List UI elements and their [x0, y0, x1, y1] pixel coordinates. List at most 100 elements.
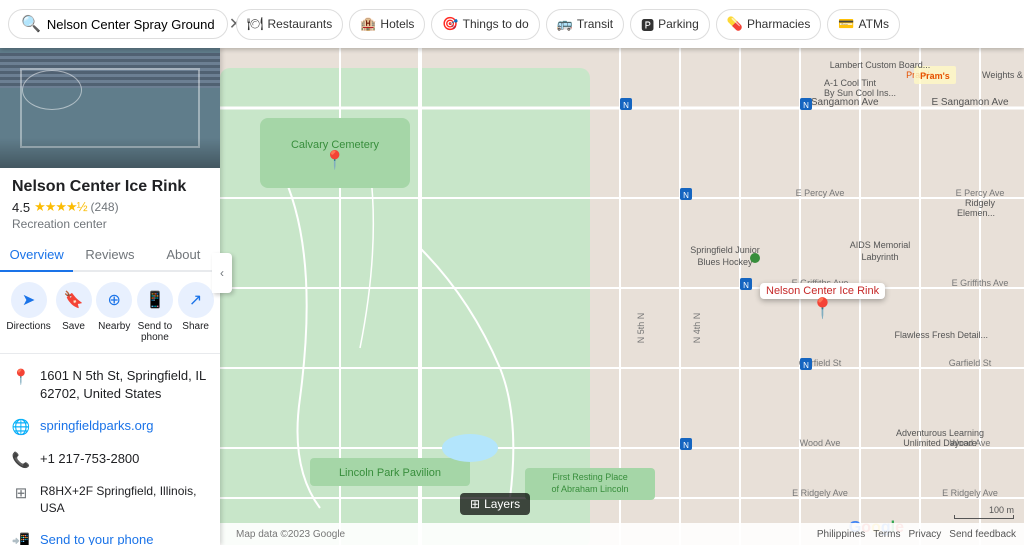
phone-send-icon: 📲: [12, 532, 30, 545]
map-credit: Map data ©2023 Google: [236, 529, 345, 540]
phone-text: +1 217-753-2800: [40, 450, 208, 468]
info-section: 📍 1601 N 5th St, Springfield, IL 62702, …: [0, 354, 220, 545]
svg-text:N: N: [683, 441, 689, 450]
svg-text:Flawless Fresh Detail...: Flawless Fresh Detail...: [894, 330, 988, 340]
place-tabs: Overview Reviews About: [0, 239, 220, 272]
save-icon: 🔖: [56, 282, 92, 318]
place-name: Nelson Center Ice Rink: [12, 178, 208, 196]
search-box: 🔍 ✕: [8, 9, 228, 39]
rating-number: 4.5: [12, 200, 30, 215]
svg-text:E Griffiths Ave: E Griffiths Ave: [952, 278, 1009, 288]
atms-icon: 💳: [838, 16, 854, 32]
map-svg: Calvary Cemetery 📍 Lincoln Park Pavilion…: [220, 48, 1024, 545]
tab-about[interactable]: About: [147, 239, 220, 272]
footer-link-privacy[interactable]: Privacy: [908, 529, 941, 540]
svg-text:A-1 Cool Tint: A-1 Cool Tint: [824, 78, 877, 88]
review-count[interactable]: (248): [91, 200, 119, 214]
svg-text:Lincoln Park Pavilion: Lincoln Park Pavilion: [339, 467, 441, 479]
svg-text:Lambert Custom Board...: Lambert Custom Board...: [830, 60, 931, 70]
svg-text:E Sangamon Ave: E Sangamon Ave: [931, 97, 1009, 108]
place-info: Nelson Center Ice Rink 4.5 ★★★★½ (248) R…: [0, 168, 220, 239]
pharmacies-icon: 💊: [727, 16, 743, 32]
svg-text:E Ridgely Ave: E Ridgely Ave: [942, 488, 998, 498]
save-button[interactable]: 🔖 Save: [56, 282, 92, 343]
filter-transit[interactable]: 🚌Transit: [546, 9, 624, 40]
search-button[interactable]: 🔍: [21, 14, 41, 34]
filter-pharmacies[interactable]: 💊Pharmacies: [716, 9, 822, 40]
svg-text:N: N: [683, 191, 689, 200]
svg-text:E Sangamon Ave: E Sangamon Ave: [801, 97, 879, 108]
send-to-phone-icon: 📱: [137, 282, 173, 318]
svg-text:Weights & Measure: Weights & Measure: [982, 70, 1024, 80]
svg-text:Adventurous Learning: Adventurous Learning: [896, 428, 984, 438]
filter-things-to-do[interactable]: 🎯Things to do: [431, 9, 539, 40]
filter-parking[interactable]: 🅿Parking: [630, 9, 710, 40]
website-row[interactable]: 🌐 springfieldparks.org: [0, 410, 220, 443]
svg-text:📍: 📍: [324, 149, 346, 170]
directions-button[interactable]: ➤ Directions: [6, 282, 50, 343]
grid-icon: ⊞: [12, 484, 30, 502]
filter-pills: 🍽Restaurants 🏨Hotels 🎯Things to do 🚌Tran…: [236, 9, 900, 40]
svg-text:E Ridgely Ave: E Ridgely Ave: [792, 488, 848, 498]
phone-row[interactable]: 📞 +1 217-753-2800: [0, 443, 220, 476]
nearby-button[interactable]: ⊕ Nearby: [96, 282, 132, 343]
svg-text:N: N: [803, 101, 809, 110]
marker-pin-icon: 📍: [810, 299, 835, 319]
svg-text:AIDS Memorial: AIDS Memorial: [850, 240, 911, 250]
svg-text:N: N: [743, 281, 749, 290]
action-buttons: ➤ Directions 🔖 Save ⊕ Nearby 📱 Send to p…: [0, 272, 220, 354]
scale-label: 100 m: [989, 505, 1014, 515]
footer-link-terms[interactable]: Terms: [873, 529, 900, 540]
svg-text:Garfield St: Garfield St: [949, 358, 992, 368]
filter-hotels[interactable]: 🏨Hotels: [349, 9, 425, 40]
svg-text:Pram's: Pram's: [920, 71, 950, 81]
hotels-icon: 🏨: [360, 16, 376, 32]
restaurants-icon: 🍽: [247, 16, 264, 32]
layers-icon: ⊞: [470, 497, 480, 511]
parking-icon: 🅿: [641, 15, 654, 34]
plus-code-row[interactable]: ⊞ R8HX+2F Springfield, Illinois, USA: [0, 476, 220, 524]
place-photo[interactable]: [0, 48, 220, 168]
filter-restaurants[interactable]: 🍽Restaurants: [236, 9, 343, 40]
rink-lines: [20, 68, 200, 148]
layers-button[interactable]: ⊞ Layers: [460, 493, 530, 515]
star-rating: ★★★★½: [34, 199, 86, 215]
tab-overview[interactable]: Overview: [0, 239, 73, 272]
svg-text:of Abraham Lincoln: of Abraham Lincoln: [551, 484, 628, 494]
svg-text:Labyrinth: Labyrinth: [861, 252, 898, 262]
svg-text:N 5th N: N 5th N: [636, 313, 646, 344]
things-to-do-icon: 🎯: [442, 16, 458, 32]
svg-text:First Resting Place: First Resting Place: [552, 472, 628, 482]
send-to-phone-button[interactable]: 📱 Send to phone: [137, 282, 173, 343]
transit-icon: 🚌: [557, 16, 573, 32]
top-bar: 🔍 ✕ 🍽Restaurants 🏨Hotels 🎯Things to do 🚌…: [0, 0, 1024, 48]
svg-text:E Percy Ave: E Percy Ave: [796, 188, 845, 198]
map-area[interactable]: Calvary Cemetery 📍 Lincoln Park Pavilion…: [220, 48, 1024, 545]
rink-visual: [0, 48, 220, 168]
send-to-phone-row[interactable]: 📲 Send to your phone: [0, 524, 220, 545]
map-footer: Map data ©2023 Google Philippines Terms …: [220, 523, 1024, 545]
share-button[interactable]: ↗ Share: [178, 282, 214, 343]
nearby-icon: ⊕: [96, 282, 132, 318]
place-marker[interactable]: Nelson Center Ice Rink 📍: [760, 283, 885, 319]
svg-text:Blues Hockey: Blues Hockey: [697, 257, 753, 267]
footer-link-philippines[interactable]: Philippines: [817, 529, 865, 540]
search-input[interactable]: [47, 17, 223, 32]
expand-sidebar-button[interactable]: ‹: [212, 253, 232, 293]
marker-label: Nelson Center Ice Rink: [760, 283, 885, 299]
place-type: Recreation center: [12, 217, 208, 231]
svg-text:Ridgely: Ridgely: [965, 198, 996, 208]
globe-icon: 🌐: [12, 418, 30, 436]
filter-atms[interactable]: 💳ATMs: [827, 9, 900, 40]
footer-link-send-feedback[interactable]: Send feedback: [949, 529, 1016, 540]
address-row[interactable]: 📍 1601 N 5th St, Springfield, IL 62702, …: [0, 360, 220, 410]
svg-text:N 4th N: N 4th N: [692, 313, 702, 344]
svg-text:By Sun Cool Ins...: By Sun Cool Ins...: [824, 88, 896, 98]
plus-code-text: R8HX+2F Springfield, Illinois, USA: [40, 483, 208, 517]
tab-reviews[interactable]: Reviews: [73, 239, 146, 272]
directions-icon: ➤: [11, 282, 47, 318]
rink-center-circle: [22, 70, 82, 110]
scale-bar: [954, 515, 1014, 519]
location-pin-icon: 📍: [12, 368, 30, 386]
svg-text:Wood Ave: Wood Ave: [800, 438, 841, 448]
